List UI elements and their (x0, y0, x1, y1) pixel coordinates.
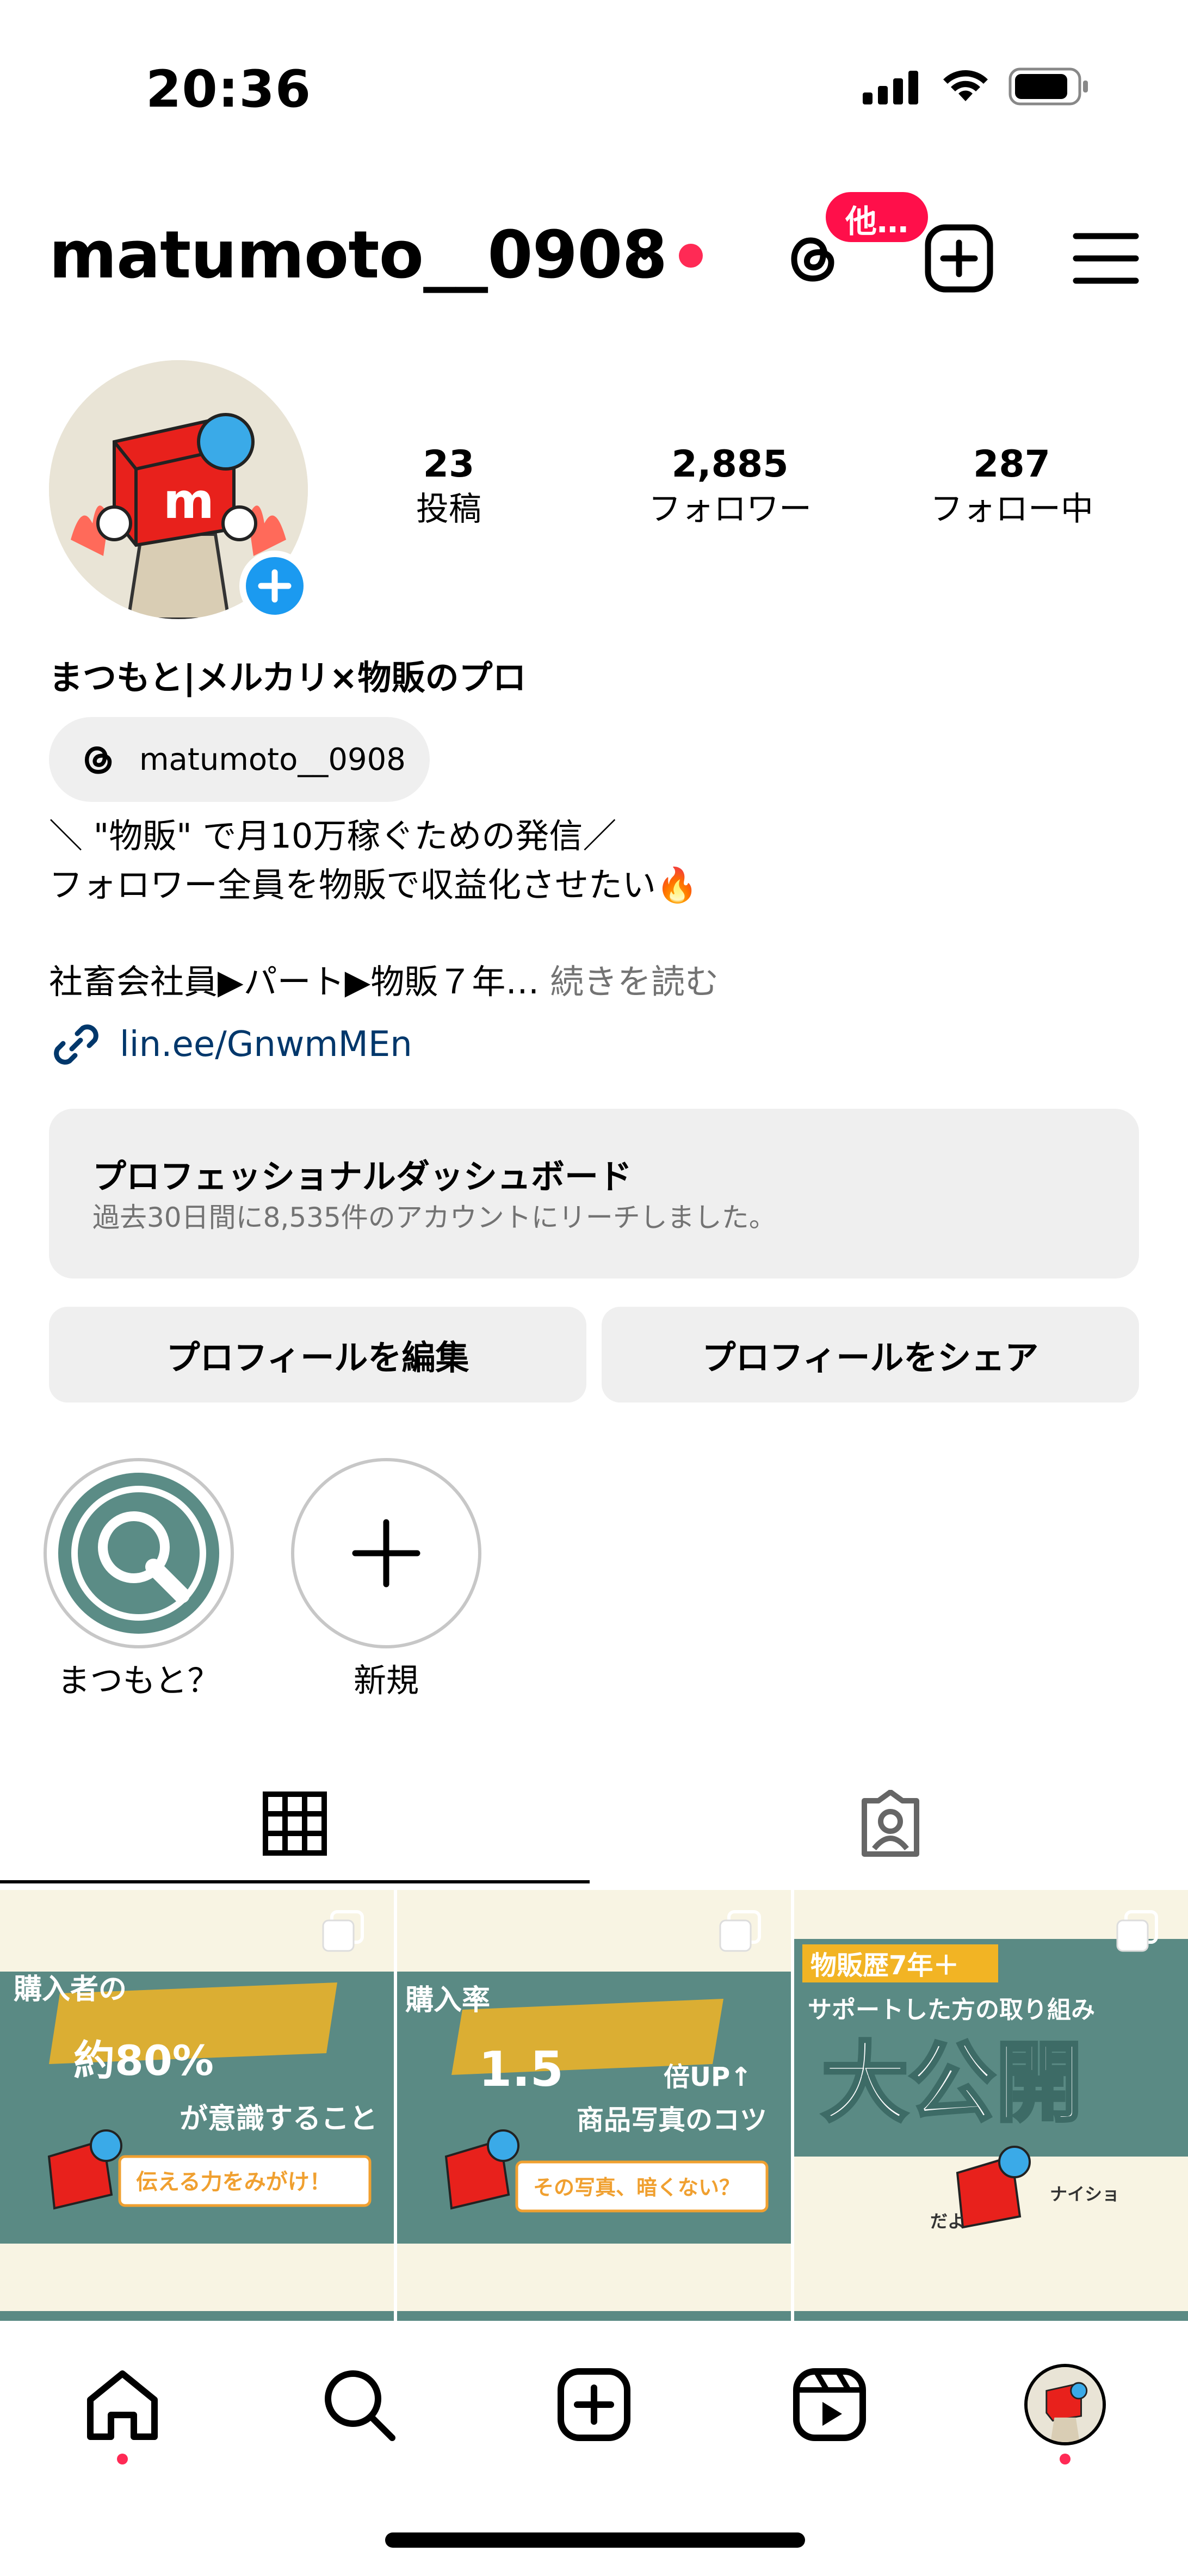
post-thumbnail-1[interactable]: 購入者の 約80% が意識すること 伝える力をみがけ！ (0, 1890, 394, 2321)
post-3-line-4: ナイショ (1050, 2184, 1119, 2204)
stat-value: 287 (973, 443, 1050, 486)
post-2-line-5: その写真、暗くない？ (533, 2176, 740, 2200)
bio-line: フォロワー全員を物販で収益化させたい🔥 (49, 865, 698, 905)
username-switcher[interactable]: matumoto__0908 (49, 218, 667, 294)
carousel-icon (1116, 1910, 1158, 1952)
chevron-down-icon[interactable] (626, 237, 664, 264)
create-post-icon[interactable] (553, 2364, 635, 2445)
post-thumbnail-3[interactable]: 物販歴7年＋ サポートした方の取り組み 大公開 ナイショ だよ (794, 1890, 1188, 2321)
add-story-button[interactable] (239, 551, 310, 621)
svg-text:m: m (163, 473, 214, 530)
stat-value: 2,885 (671, 443, 789, 486)
post-1-line-4: 伝える力をみがけ！ (136, 2170, 331, 2195)
threads-handle: matumoto__0908 (139, 742, 406, 777)
threads-notification-badge[interactable]: 他… (821, 188, 933, 246)
bio-line-truncated: 社畜会社員▶パート▶物販７年… 続きを読む (49, 957, 719, 1006)
link-icon (54, 1024, 98, 1065)
carousel-icon (322, 1910, 364, 1952)
profile-notification-dot (1060, 2454, 1071, 2464)
stat-label: フォロー中 (930, 490, 1093, 528)
highlight-label: まつもと？ (57, 1662, 220, 1700)
dashboard-subtitle: 過去30日間に8,535件のアカウントにリーチしました。 (92, 1202, 776, 1233)
highlight-label: 新規 (354, 1662, 419, 1700)
stat-following[interactable]: 287 フォロー中 (898, 442, 1126, 531)
post-2-line-4: 商品写真のコツ (577, 2104, 767, 2136)
home-indicator (385, 2532, 805, 2548)
dashboard-title: プロフェッショナルダッシュボード (92, 1157, 633, 1196)
stat-posts[interactable]: 23 投稿 (335, 442, 563, 531)
post-2-line-2: 1.5 (479, 2041, 564, 2097)
stat-label: 投稿 (416, 490, 481, 528)
threads-icon (84, 746, 112, 774)
highlight-matumoto[interactable] (44, 1458, 234, 1648)
bio-link[interactable]: lin.ee/GnwmMEn (49, 1017, 412, 1072)
post-2-graphic: 購入率 1.5 倍UP↑ 商品写真のコツ その写真、暗くない？ (405, 1984, 769, 2213)
post-1-line-1: 購入者の (14, 1973, 127, 2006)
cellular-signal-icon (863, 71, 918, 104)
post-2-line-1: 購入率 (405, 1984, 490, 2017)
post-1-graphic: 購入者の 約80% が意識すること 伝える力をみがけ！ (14, 1973, 378, 2210)
post-1-line-2: 約80% (73, 2036, 214, 2085)
status-time: 20:36 (146, 60, 312, 119)
plus-icon (258, 569, 292, 603)
reels-icon[interactable] (789, 2364, 870, 2445)
carousel-icon (719, 1910, 761, 1952)
search-icon[interactable] (318, 2364, 400, 2445)
post-3-graphic: 物販歴7年＋ サポートした方の取り組み 大公開 ナイショ だよ (802, 1944, 1119, 2232)
wifi-icon (943, 70, 988, 101)
read-more-link[interactable]: 続きを読む (550, 962, 719, 1002)
battery-icon (1008, 67, 1088, 106)
post-3-line-2: サポートした方の取り組み (808, 1996, 1095, 2024)
profile-tab-avatar[interactable] (1024, 2364, 1106, 2445)
menu-icon[interactable] (1071, 223, 1141, 294)
post-3-line-1: 物販歴7年＋ (810, 1950, 959, 1981)
professional-dashboard[interactable]: プロフェッショナルダッシュボード 過去30日間に8,535件のアカウントにリーチ… (49, 1109, 1139, 1278)
search-icon (58, 1473, 219, 1634)
active-tab-indicator (0, 1880, 590, 1883)
bio-link-text[interactable]: lin.ee/GnwmMEn (120, 1024, 412, 1065)
edit-profile-button[interactable]: プロフィールを編集 (49, 1307, 586, 1403)
post-thumbnail-2[interactable]: 購入率 1.5 倍UP↑ 商品写真のコツ その写真、暗くない？ (397, 1890, 791, 2321)
home-icon[interactable] (82, 2364, 163, 2445)
plus-icon (352, 1519, 420, 1587)
tagged-tab-icon[interactable] (857, 1790, 924, 1857)
bio-line: ＼ "物販" で月10万稼ぐための発信／ (49, 816, 617, 856)
threads-profile-chip[interactable]: matumoto__0908 (49, 717, 430, 802)
post-1-line-3: が意識すること (180, 2103, 378, 2135)
stat-value: 23 (423, 443, 475, 486)
display-name: まつもと|メルカリ×物販のプロ (49, 658, 527, 697)
post-2-line-3: 倍UP↑ (664, 2062, 752, 2092)
notification-dot (679, 244, 703, 268)
new-highlight-button[interactable] (291, 1458, 481, 1648)
new-post-icon[interactable] (924, 223, 994, 294)
post-3-line-5: だよ (930, 2211, 965, 2232)
share-profile-button[interactable]: プロフィールをシェア (602, 1307, 1139, 1403)
post-3-line-3: 大公開 (821, 2032, 1082, 2134)
mascot-box-character (1028, 2367, 1103, 2442)
stat-followers[interactable]: 2,885 フォロワー (616, 442, 844, 531)
bio-line-text: 社畜会社員▶パート▶物販７年… (49, 962, 540, 1002)
grid-tab-icon[interactable] (261, 1790, 329, 1857)
status-icons (863, 67, 1090, 106)
home-notification-dot (117, 2454, 128, 2464)
stat-label: フォロワー (648, 490, 812, 528)
